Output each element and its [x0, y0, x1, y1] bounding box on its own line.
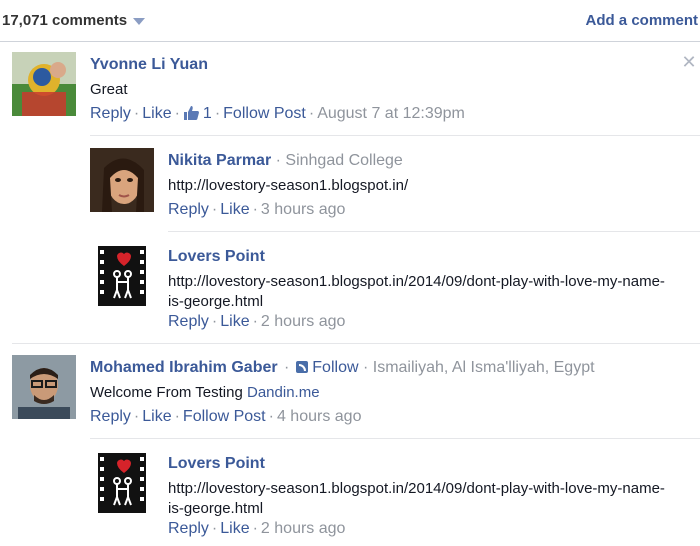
avatar[interactable] [90, 451, 154, 515]
author-affiliation[interactable]: · Sinhgad College [276, 152, 403, 169]
comment-author[interactable]: Lovers Point [168, 248, 265, 266]
like-link[interactable]: Like [220, 520, 249, 537]
comment-author[interactable]: Nikita Parmar [168, 152, 271, 169]
comment-author-line: Mohamed Ibrahim Gaber · Follow · Ismaili… [90, 359, 595, 376]
avatar[interactable] [90, 148, 154, 212]
comment-text: http://lovestory-season1.blogspot.in/ [168, 177, 409, 194]
avatar[interactable] [90, 244, 154, 308]
like-count[interactable]: 1 [183, 105, 212, 122]
comment-timestamp[interactable]: August 7 at 12:39pm [317, 105, 465, 122]
comment-count[interactable]: 17,071 comments [2, 12, 146, 29]
like-link[interactable]: Like [142, 105, 171, 122]
comment-author[interactable]: Mohamed Ibrahim Gaber [90, 359, 278, 376]
add-comment-link[interactable]: Add a comment [585, 12, 698, 29]
divider [12, 343, 700, 344]
divider [90, 135, 700, 136]
comment-actions: Reply · Like · Follow Post · 4 hours ago [90, 408, 362, 425]
like-link[interactable]: Like [220, 313, 249, 330]
reply-link[interactable]: Reply [168, 313, 209, 330]
comment-actions: Reply · Like · 3 hours ago [168, 201, 346, 218]
comment-item: Mohamed Ibrahim Gaber · Follow · Ismaili… [12, 355, 700, 435]
follow-post-link[interactable]: Follow Post [223, 105, 306, 122]
comment-actions: Reply · Like · 2 hours ago [168, 313, 346, 330]
comment-link[interactable]: Dandin.me [247, 384, 320, 401]
comment-timestamp[interactable]: 4 hours ago [277, 408, 362, 425]
comment-author[interactable]: Lovers Point [168, 455, 265, 473]
like-link[interactable]: Like [220, 201, 249, 218]
comment-item: Yvonne Li Yuan Great Reply · Like · 1 · Follow… [12, 52, 692, 132]
comment-timestamp[interactable]: 2 hours ago [261, 520, 346, 537]
like-link[interactable]: Like [142, 408, 171, 425]
divider [90, 438, 700, 439]
divider [168, 231, 700, 232]
comment-author-line: Nikita Parmar · Sinhgad College [168, 152, 403, 170]
comment-actions: Reply · Like · 1 · Follow Post · August 7 at 12:… [90, 105, 465, 122]
reply-item: Lovers Point http://lovestory-season1.bl… [90, 244, 700, 344]
comment-text[interactable]: http://lovestory-season1.blogspot.in/201… [168, 272, 668, 312]
comment-text: Great [90, 81, 128, 98]
follow-post-link[interactable]: Follow Post [183, 408, 266, 425]
comment-text: Welcome From Testing Dandin.me [90, 384, 320, 401]
reply-item: Nikita Parmar · Sinhgad College http://l… [90, 148, 700, 228]
caret-down-icon[interactable] [133, 18, 146, 25]
thumbs-up-icon [183, 106, 199, 120]
comment-author[interactable]: Yvonne Li Yuan [90, 56, 208, 74]
comment-count-label: 17,071 comments [2, 12, 128, 29]
comment-timestamp[interactable]: 2 hours ago [261, 313, 346, 330]
comment-text[interactable]: http://lovestory-season1.blogspot.in/201… [168, 479, 668, 519]
rss-icon [295, 361, 308, 373]
reply-link[interactable]: Reply [168, 520, 209, 537]
reply-item: Lovers Point http://lovestory-season1.bl… [90, 451, 700, 546]
avatar[interactable] [12, 355, 76, 419]
comment-timestamp[interactable]: 3 hours ago [261, 201, 346, 218]
comment-actions: Reply · Like · 2 hours ago [168, 520, 346, 537]
reply-link[interactable]: Reply [168, 201, 209, 218]
reply-link[interactable]: Reply [90, 105, 131, 122]
reply-link[interactable]: Reply [90, 408, 131, 425]
follow-user-link[interactable]: Follow [312, 359, 358, 376]
avatar[interactable] [12, 52, 76, 116]
author-location[interactable]: · Ismailiyah, Al Isma'lliyah, Egypt [363, 359, 595, 376]
comments-header: 17,071 comments Add a comment [0, 0, 700, 42]
